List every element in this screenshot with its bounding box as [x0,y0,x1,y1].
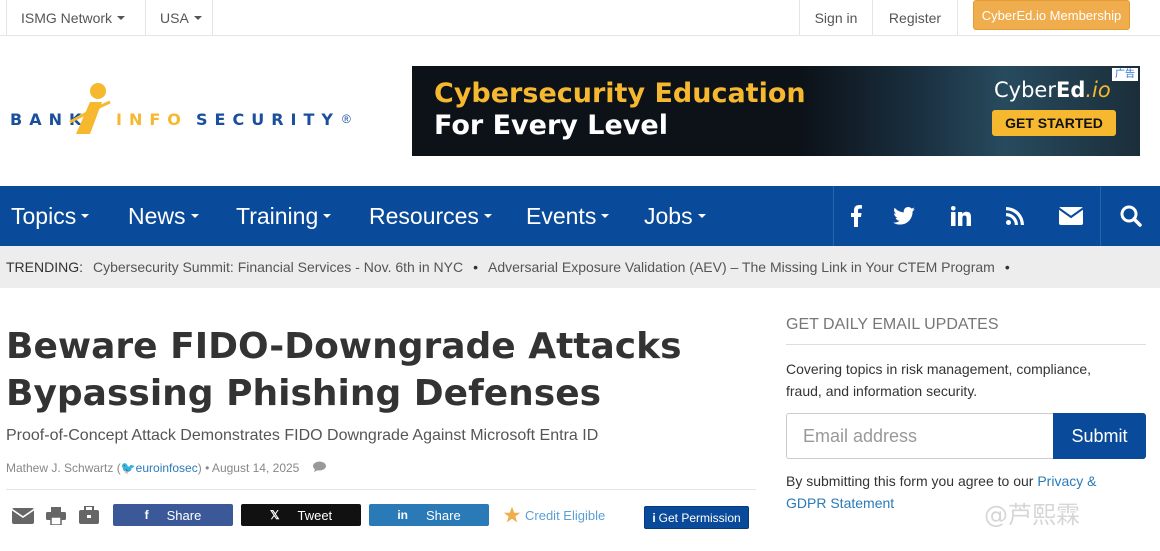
watermark: @芦熙霖 [984,501,1080,529]
email-address-input[interactable]: Email address [786,413,1054,459]
ad-brand-part: Cyber [994,78,1056,102]
nav-item-label: Resources [369,202,479,229]
search-button[interactable] [1100,186,1160,246]
trending-link[interactable]: Cybersecurity Summit: Financial Services… [93,259,463,275]
briefcase-icon[interactable] [79,505,99,529]
logo-i-icon [69,83,111,134]
trending-separator: • [473,259,478,275]
ad-subheadline: For Every Level [434,110,668,141]
top-utility-bar: ISMG Network USA Sign in Register CyberE… [0,0,1160,36]
logo-registered-mark: ® [342,112,351,126]
search-icon [1120,205,1142,227]
nav-item-jobs[interactable]: Jobs [644,186,706,246]
legal-prefix: By submitting this form you agree to our [786,473,1038,489]
linkedin-icon: in [397,508,408,522]
star-icon [503,506,521,523]
author-handle: euroinfosec [135,461,198,475]
network-dropdown[interactable]: ISMG Network [6,0,146,36]
membership-button[interactable]: CyberEd.io Membership [973,0,1130,30]
x-tweet-button[interactable]: 𝕏 Tweet [241,504,361,526]
nav-item-news[interactable]: News [128,186,199,246]
article-byline: Mathew J. Schwartz (🐦euroinfosec) • Augu… [6,461,326,475]
facebook-share-button[interactable]: f Share [113,504,233,526]
article-title: Beware FIDO-Downgrade Attacks Bypassing … [6,326,682,414]
sign-in-label: Sign in [814,10,858,26]
submit-button[interactable]: Submit [1053,413,1146,459]
trending-separator: • [1004,259,1010,275]
advertisement-banner[interactable]: Cybersecurity Education For Every Level … [412,66,1140,156]
nav-item-label: Training [236,202,319,229]
twitter-icon: 🐦 [120,461,136,475]
site-logo[interactable]: BANK INFO SECURITY ® [10,82,360,142]
permission-label: Get Permission [658,510,741,525]
sidebar-heading: GET DAILY EMAIL UPDATES [786,316,1146,345]
register-link[interactable]: Register [873,0,958,36]
print-icon[interactable] [46,507,66,530]
nav-item-label: Jobs [644,202,693,229]
author-twitter-link[interactable]: 🐦euroinfosec [121,461,198,475]
linkedin-icon[interactable] [941,186,981,246]
share-label: Tweet [297,507,333,523]
close-paren: ) [197,461,202,475]
facebook-icon[interactable] [836,186,876,246]
caret-down-icon [117,16,126,20]
nav-item-events[interactable]: Events [526,186,610,246]
ad-brand: CyberEd.io [994,78,1111,102]
nav-item-topics[interactable]: Topics [11,186,90,246]
get-permission-button[interactable]: i Get Permission [644,506,749,529]
share-label: Share [166,507,202,523]
network-label: ISMG Network [21,10,113,26]
ad-label[interactable]: 广告 [1112,68,1138,81]
email-icon[interactable] [11,508,35,529]
article-date: • August 14, 2025 [205,461,300,475]
comment-icon[interactable] [312,461,326,475]
article-subtitle: Proof-of-Concept Attack Demonstrates FID… [6,427,599,444]
sidebar-description: Covering topics in risk management, comp… [786,361,1092,399]
logo-word-security: SECURITY [196,110,340,129]
register-label: Register [888,10,942,26]
nav-item-label: Events [526,202,597,229]
x-icon: 𝕏 [269,508,280,522]
ad-get-started-button[interactable]: GET STARTED [992,110,1116,136]
linkedin-share-button[interactable]: in Share [369,504,489,526]
nav-item-label: Topics [11,202,77,229]
ad-brand-part: .io [1085,78,1111,102]
sign-in-link[interactable]: Sign in [799,0,873,36]
main-navigation: Topics News Training Resources Events Jo… [0,186,1160,246]
region-label: USA [160,10,189,26]
caret-down-icon [483,214,492,218]
twitter-icon[interactable] [884,186,924,246]
trending-link[interactable]: Adversarial Exposure Validation (AEV) – … [488,259,995,275]
caret-down-icon [601,214,610,218]
info-icon: i [652,510,656,525]
nav-item-label: News [128,202,186,229]
caret-down-icon [697,214,706,218]
caret-down-icon [81,214,90,218]
credit-eligible-link[interactable]: Credit Eligible [503,506,605,524]
rss-icon[interactable] [995,186,1035,246]
nav-item-resources[interactable]: Resources [369,186,492,246]
facebook-icon: f [144,508,149,522]
author-name[interactable]: Mathew J. Schwartz [6,461,113,475]
ad-brand-part: Ed [1055,78,1086,102]
caret-down-icon [323,214,332,218]
envelope-icon[interactable] [1051,186,1091,246]
ad-headline: Cybersecurity Education [434,78,806,109]
caret-down-icon [190,214,199,218]
trending-label: TRENDING: [6,259,83,275]
region-dropdown[interactable]: USA [146,0,213,36]
credit-label: Credit Eligible [525,507,606,523]
share-toolbar: f Share 𝕏 Tweet in Share Credit Eligible iG… [0,504,760,530]
site-header: BANK INFO SECURITY ® Cybersecurity Educa… [0,36,1160,186]
share-label: Share [425,507,461,523]
logo-word-info: INFO [116,110,188,129]
divider [6,489,756,490]
trending-bar: TRENDING: Cybersecurity Summit: Financia… [0,246,1160,288]
caret-down-icon [193,16,202,20]
nav-item-training[interactable]: Training [236,186,332,246]
